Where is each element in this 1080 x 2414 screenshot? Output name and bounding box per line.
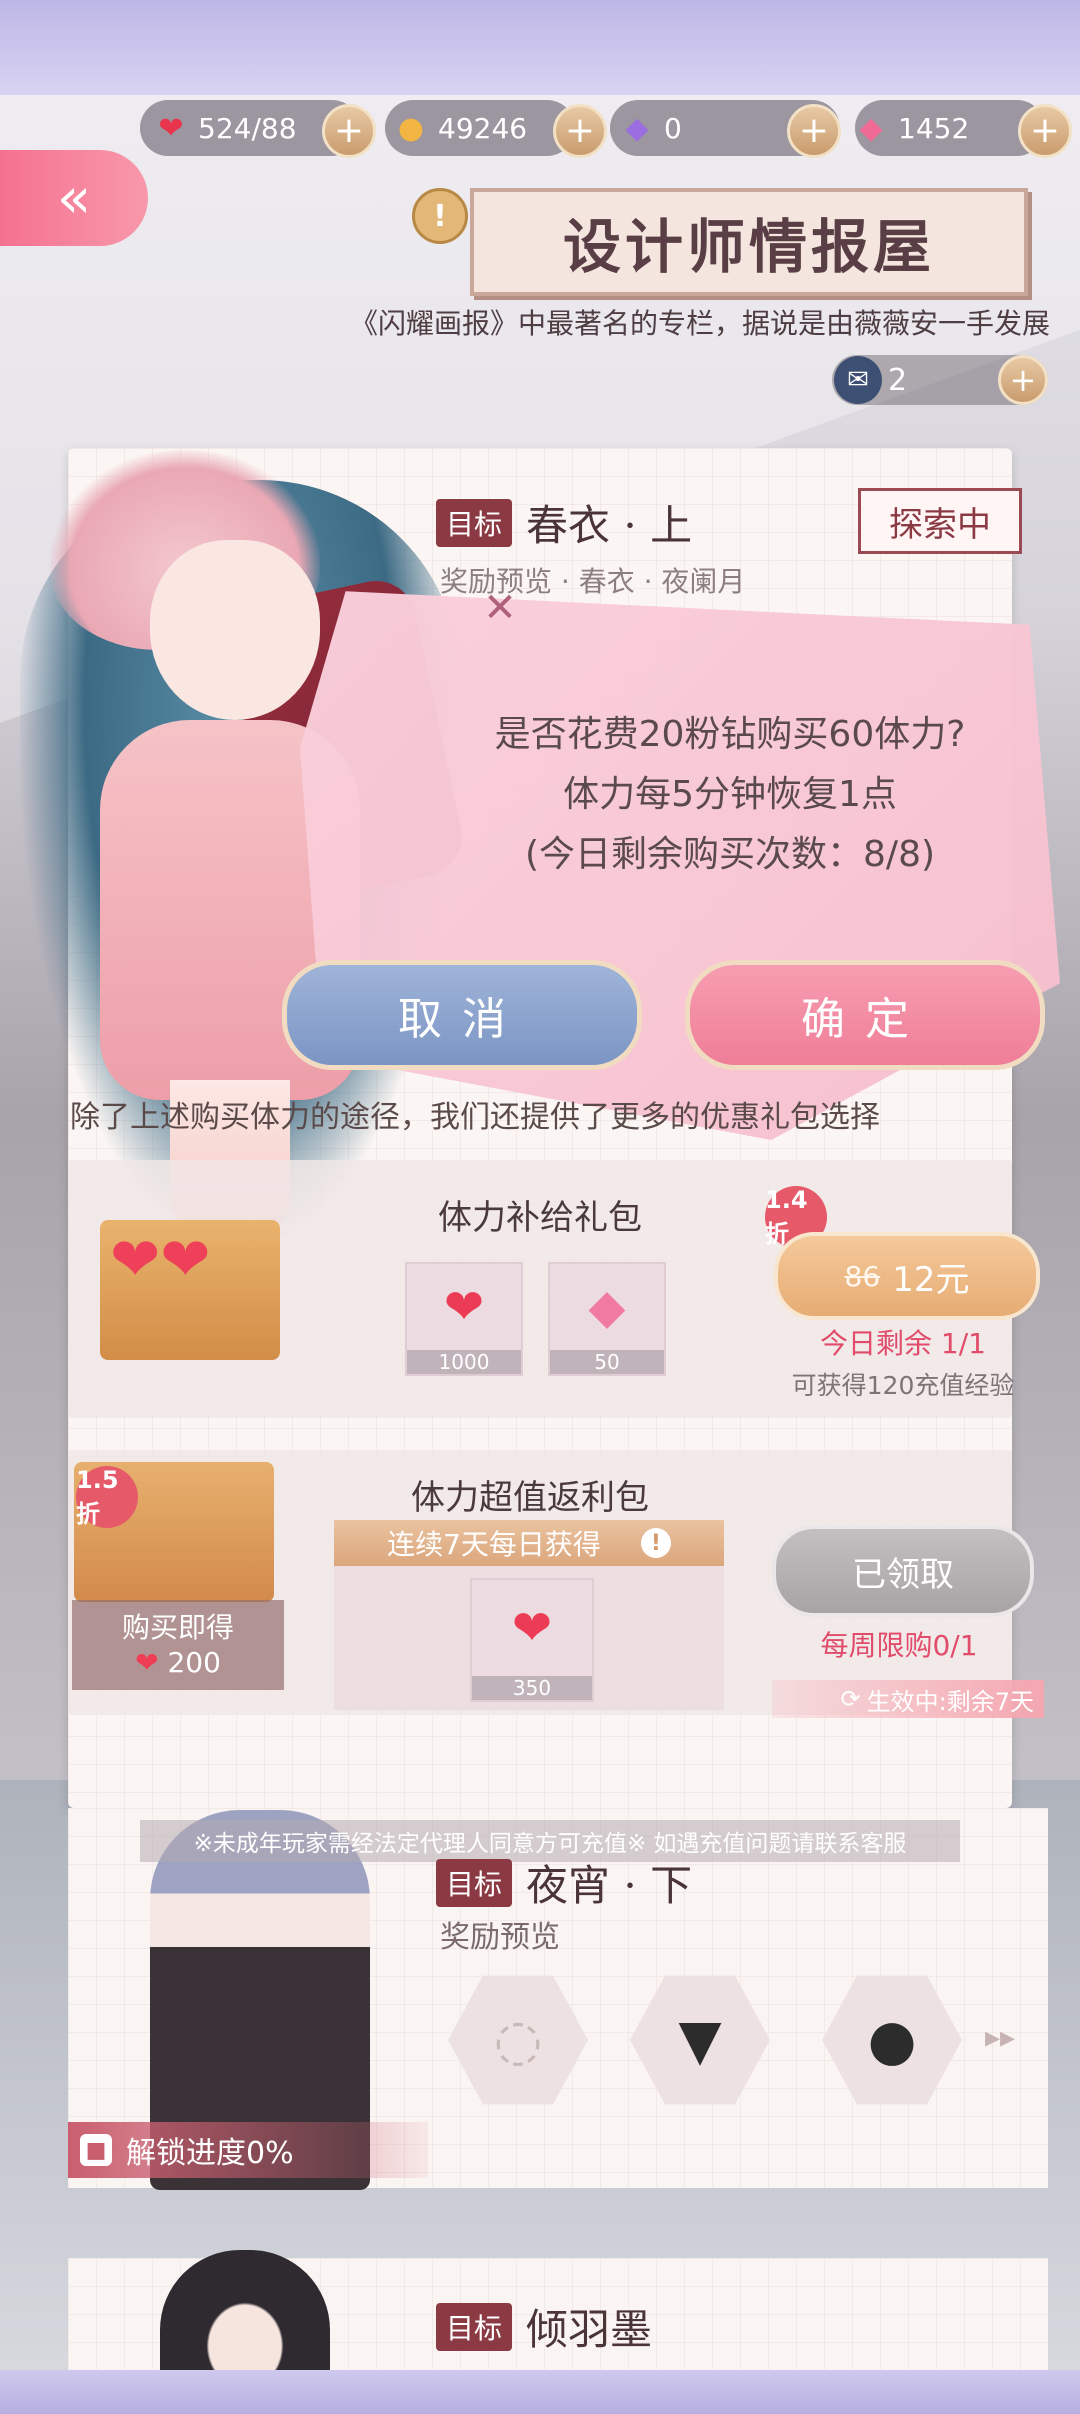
lock-icon: ■ [80, 2134, 112, 2166]
target-tag: 目标 [436, 1858, 513, 1907]
pack-title: 体力超值返利包 [411, 1478, 649, 1518]
diamond-value: 0 [664, 111, 682, 145]
more-packs-hint: 除了上述购买体力的途径，我们还提供了更多的优惠礼包选择 [70, 1100, 880, 1135]
status-badge: 探索中 [858, 488, 1022, 554]
effect-status: ⟳ 生效中:剩余7天 [772, 1680, 1044, 1718]
pack-title: 体力补给礼包 [438, 1198, 642, 1238]
pink-diamond-counter: ◆ 1452 [852, 103, 969, 153]
ticket-counter: ✉ 2 + [832, 355, 1048, 405]
diamond-icon: ◆ [588, 1279, 626, 1335]
original-price: 86 [844, 1259, 881, 1293]
next-arrow-icon[interactable]: ▸▸ [985, 2020, 1015, 2055]
weekly-limit: 每周限购0/1 [820, 1629, 978, 1662]
instant-reward: 购买即得 ❤ 200 [72, 1600, 284, 1690]
confirm-button[interactable]: 确定 [685, 960, 1045, 1070]
pink-diamond-icon: ◆ [859, 110, 883, 146]
target-tag: 目标 [436, 2302, 513, 2351]
item-count: 50 [550, 1350, 664, 1374]
daily-remaining: 今日剩余 1/1 [820, 1327, 986, 1360]
reward-preview-label: 奖励预览 [440, 1920, 560, 1955]
dialog-question: 是否花费20粉钻购买60体力? [494, 714, 966, 755]
ticket-icon: ✉ [834, 356, 882, 404]
pack-item-heart: ❤ 1000 [405, 1262, 523, 1376]
character-face [150, 540, 320, 720]
claimed-button[interactable]: 已领取 [772, 1525, 1034, 1617]
pink-diamond-value: 1452 [898, 111, 970, 145]
info-icon[interactable]: ! [640, 1528, 671, 1558]
hearts-icon: ❤❤ [110, 1225, 211, 1295]
card2-header: 目标 夜宵 · 下 [436, 1852, 692, 1913]
title-sign: 设计师情报屋 [470, 188, 1028, 296]
add-ticket-button[interactable]: + [998, 355, 1048, 405]
target-tag: 目标 [436, 498, 513, 547]
confirm-label: 确定 [801, 994, 929, 1045]
ticket-value: 2 [888, 362, 908, 398]
heart-icon: ❤ [135, 1646, 159, 1679]
add-gold-button[interactable]: + [553, 104, 607, 158]
card-header: 目标 春衣 · 上 [436, 492, 692, 553]
effect-text: 生效中:剩余7天 [866, 1687, 1034, 1716]
top-strip [0, 0, 1080, 95]
bottom-strip [0, 2370, 1080, 2414]
recharge-exp: 可获得120充值经验 [791, 1371, 1015, 1400]
heart-icon: ❤ [443, 1279, 485, 1335]
back-button[interactable]: « [0, 150, 148, 246]
daily-banner: 连续7天每日获得 ! [334, 1520, 724, 1566]
add-diamond-button[interactable]: + [787, 104, 841, 158]
page-subtitle: 《闪耀画报》中最著名的专栏，据说是由薇薇安一手发展 [349, 307, 1050, 340]
add-stamina-button[interactable]: + [322, 104, 376, 158]
instant-label: 购买即得 [121, 1611, 234, 1644]
mission-title: 夜宵 · 下 [526, 1861, 693, 1910]
unlock-progress-text: 解锁进度0% [126, 2136, 294, 2171]
unlock-progress: ■ 解锁进度0% [68, 2122, 428, 2178]
purple-diamond-icon: ◆ [625, 110, 649, 146]
heart-icon: ❤ [158, 110, 184, 146]
mission-title: 倾羽墨 [526, 2305, 653, 2354]
gold-value: 49246 [438, 111, 528, 145]
diamond-counter: ◆ 0 [618, 103, 682, 153]
discount-badge: 1.5折 [76, 1466, 138, 1528]
stamina-counter: ❤ 524/88 [152, 103, 297, 153]
daily-item-heart: ❤ 350 [470, 1578, 594, 1702]
item-count: 1000 [407, 1350, 521, 1374]
add-pink-diamond-button[interactable]: + [1018, 104, 1072, 158]
buy-pack-button[interactable]: 86 12元 [774, 1232, 1040, 1320]
info-pin-icon[interactable]: ! [412, 188, 468, 244]
dialog-remaining: (今日剩余购买次数：8/8) [524, 834, 936, 875]
sale-price: 12元 [892, 1259, 970, 1300]
instant-amount: 200 [167, 1646, 221, 1679]
card3-header: 目标 倾羽墨 [436, 2296, 652, 2357]
ribbon-icon: ✕ [483, 585, 517, 631]
daily-banner-text: 连续7天每日获得 [387, 1528, 601, 1561]
pack-item-diamond: ◆ 50 [548, 1262, 666, 1376]
cat-coin-icon: ● [397, 110, 425, 146]
heart-icon: ❤ [511, 1600, 553, 1656]
gold-counter: ● 49246 [392, 103, 527, 153]
dialog-recovery: 体力每5分钟恢复1点 [563, 774, 897, 815]
stamina-value: 524/88 [198, 111, 297, 145]
cancel-button[interactable]: 取消 [282, 960, 642, 1070]
item-count: 350 [472, 1676, 592, 1700]
instant-amount-row: ❤ 200 [72, 1646, 284, 1679]
mission-title: 春衣 · 上 [526, 501, 693, 550]
refresh-icon: ⟳ [840, 1685, 861, 1713]
cancel-label: 取消 [398, 994, 526, 1045]
page-title: 设计师情报屋 [562, 213, 935, 281]
